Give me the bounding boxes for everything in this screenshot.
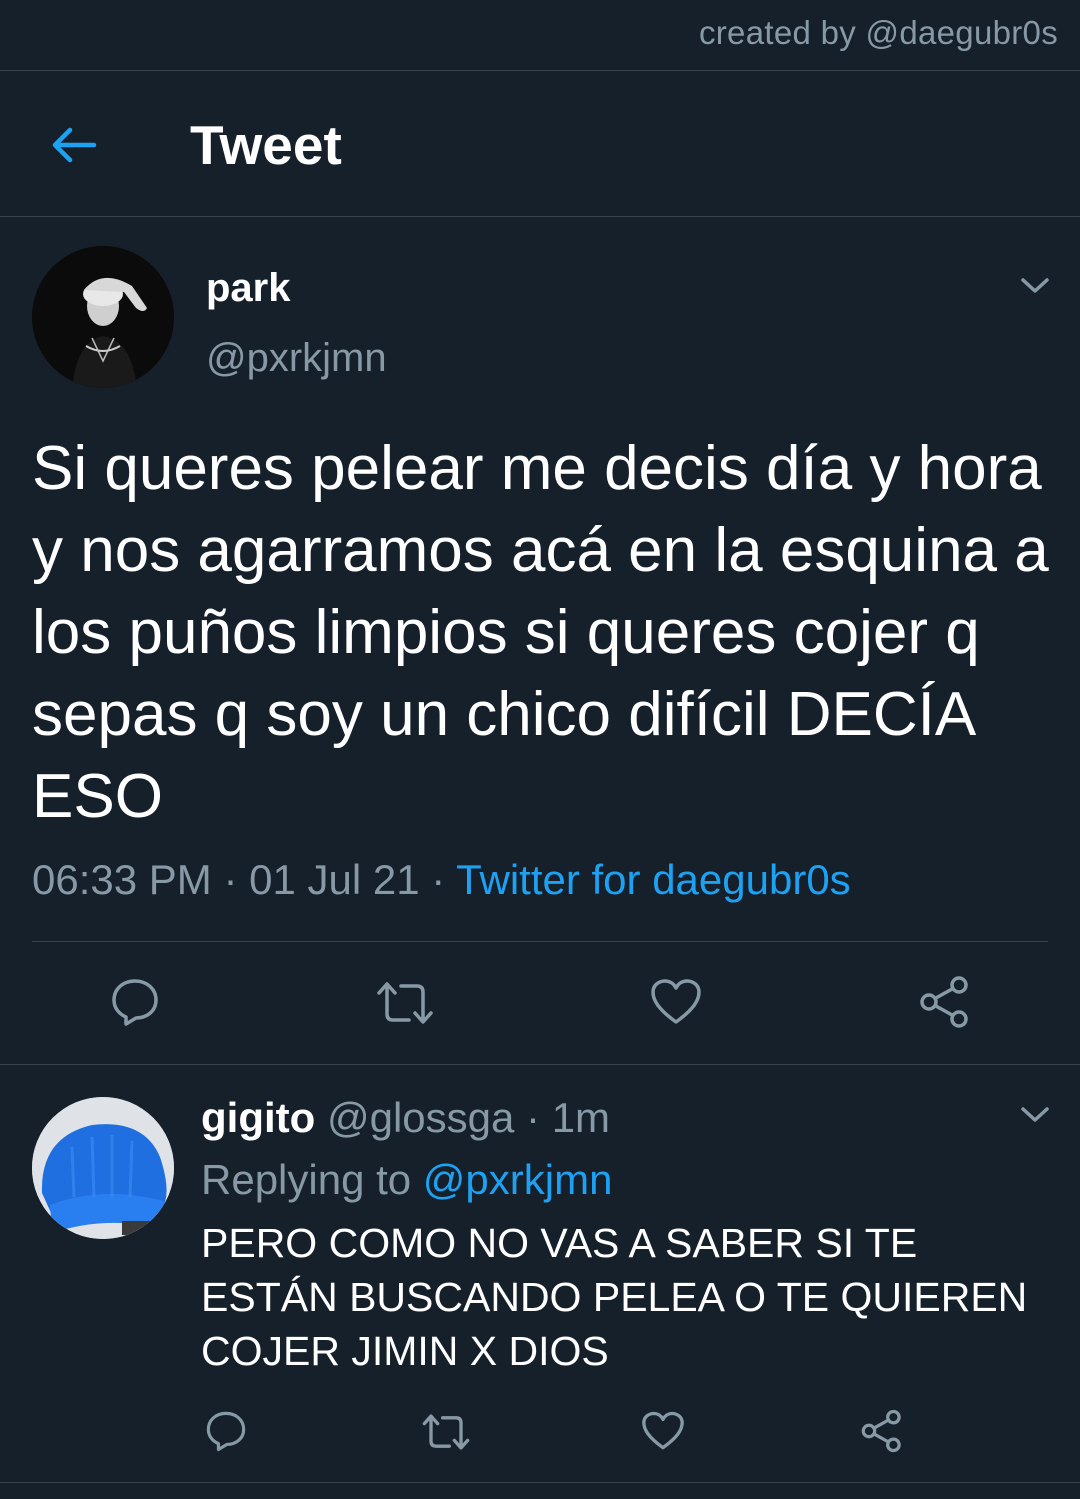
replying-to: Replying to @pxrkjmn bbox=[201, 1156, 612, 1204]
arrow-left-icon[interactable] bbox=[50, 121, 98, 169]
retweet-icon[interactable] bbox=[421, 1412, 471, 1452]
watermark: created by @daegubr0s bbox=[698, 14, 1058, 51]
replying-to-link[interactable]: @pxrkjmn bbox=[423, 1156, 613, 1203]
share-icon[interactable] bbox=[918, 975, 972, 1029]
avatar[interactable] bbox=[32, 1097, 174, 1239]
page-title: Tweet bbox=[190, 114, 342, 176]
divider bbox=[0, 1482, 1080, 1483]
tweet-date: 01 Jul 21 bbox=[249, 856, 420, 903]
comment-icon[interactable] bbox=[205, 1410, 247, 1452]
share-icon[interactable] bbox=[860, 1409, 904, 1453]
author-name[interactable]: park bbox=[206, 266, 291, 311]
author-handle[interactable]: @pxrkjmn bbox=[206, 336, 387, 381]
divider bbox=[0, 1064, 1080, 1065]
chevron-down-icon[interactable] bbox=[1020, 276, 1050, 296]
reply-author-handle[interactable]: @glossga bbox=[327, 1094, 514, 1141]
comment-icon[interactable] bbox=[110, 977, 160, 1027]
replying-to-label: Replying to bbox=[201, 1156, 423, 1203]
reply-header: gigito @glossga · 1m bbox=[201, 1094, 610, 1142]
tweet-source-link[interactable]: Twitter for daegubr0s bbox=[456, 856, 851, 903]
tweet-meta: 06:33 PM · 01 Jul 21 · Twitter for daegu… bbox=[32, 856, 851, 904]
separator: · bbox=[514, 1094, 552, 1141]
top-bar: Tweet bbox=[0, 70, 1080, 217]
chevron-down-icon[interactable] bbox=[1020, 1105, 1050, 1125]
divider bbox=[32, 941, 1048, 942]
reply-time: 1m bbox=[551, 1094, 611, 1141]
tweet-time: 06:33 PM bbox=[32, 856, 212, 903]
reply-author-name[interactable]: gigito bbox=[201, 1094, 315, 1141]
heart-icon[interactable] bbox=[641, 1411, 685, 1451]
reply-text: PERO COMO NO VAS A SABER SI TE ESTÁN BUS… bbox=[201, 1220, 1028, 1374]
retweet-icon[interactable] bbox=[375, 980, 435, 1026]
heart-icon[interactable] bbox=[650, 978, 702, 1026]
avatar[interactable] bbox=[32, 246, 174, 388]
separator: · bbox=[419, 856, 457, 903]
separator: · bbox=[211, 856, 250, 903]
tweet-text: Si queres pelear me decis día y hora y n… bbox=[32, 434, 1049, 831]
